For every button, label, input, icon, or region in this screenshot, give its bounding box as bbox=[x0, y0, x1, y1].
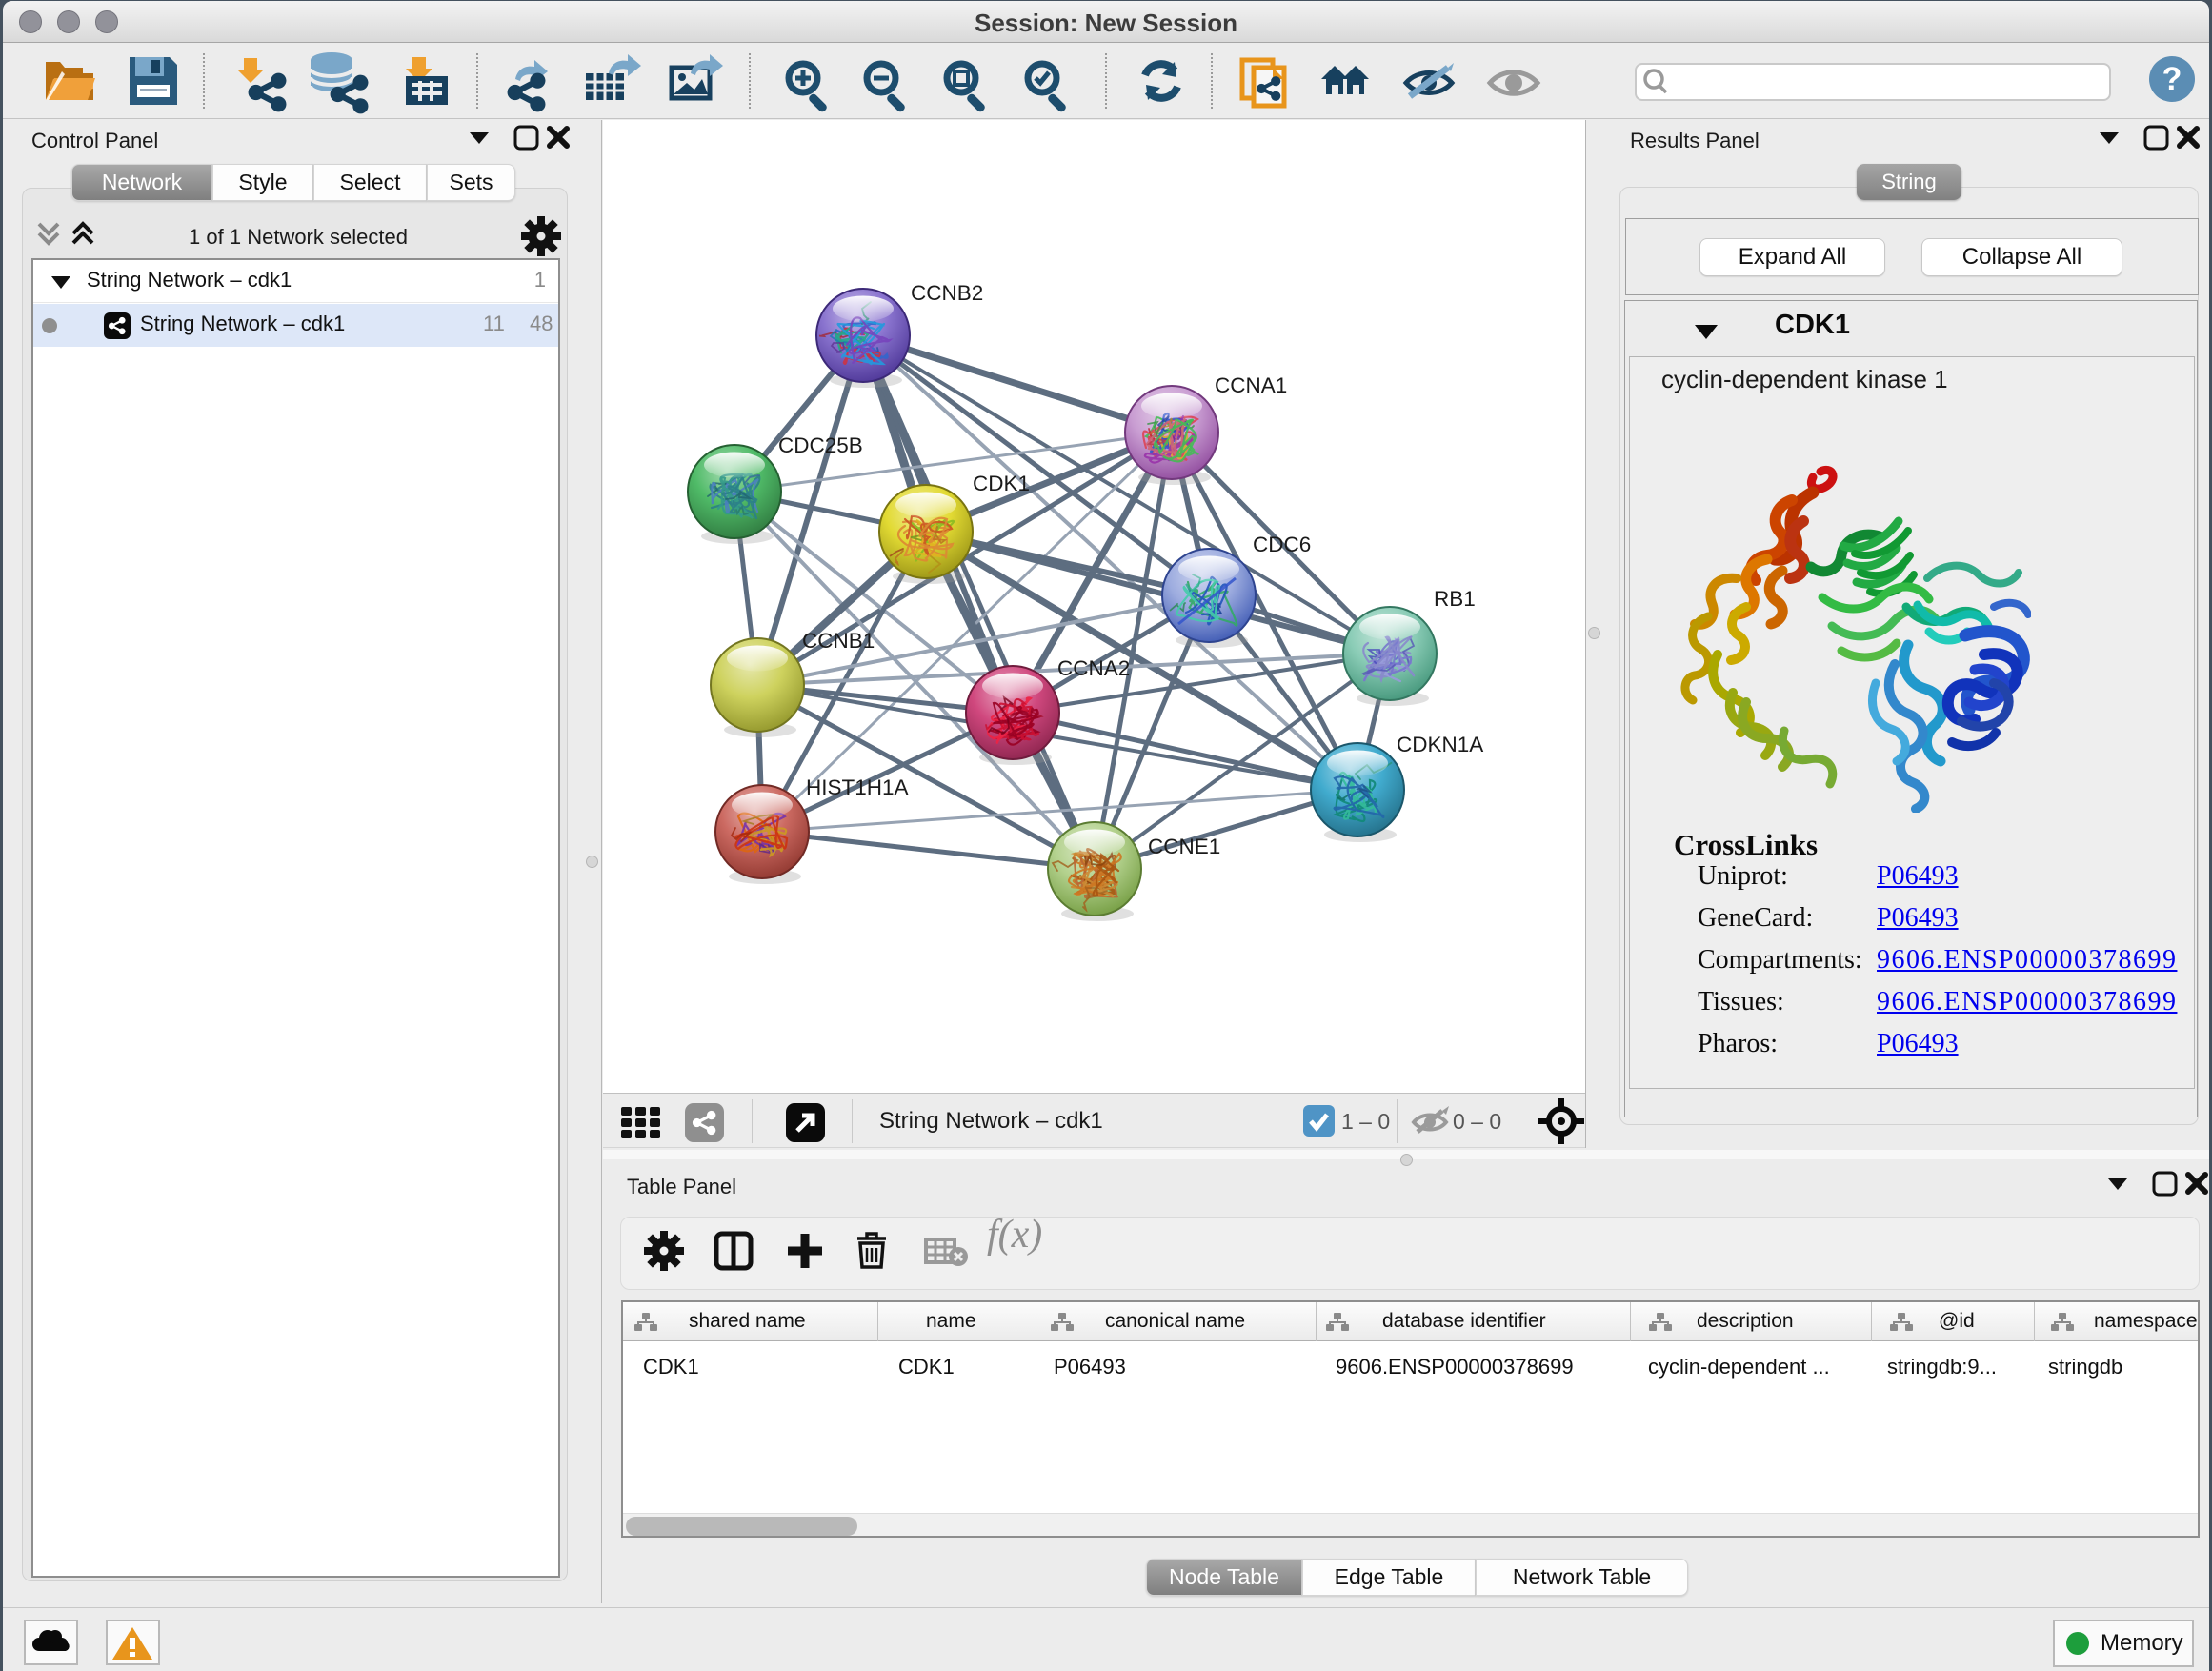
svg-text:?: ? bbox=[2162, 61, 2182, 97]
svg-text:CDK1: CDK1 bbox=[973, 472, 1030, 495]
svg-text:CCNB1: CCNB1 bbox=[802, 629, 875, 653]
svg-text:CCNE1: CCNE1 bbox=[1148, 835, 1220, 858]
svg-text:CDC6: CDC6 bbox=[1253, 533, 1311, 556]
svg-text:HIST1H1A: HIST1H1A bbox=[806, 775, 909, 799]
svg-text:CCNA2: CCNA2 bbox=[1057, 656, 1130, 680]
svg-text:CCNB2: CCNB2 bbox=[911, 281, 983, 305]
svg-text:CDC25B: CDC25B bbox=[778, 433, 863, 457]
svg-text:CCNA1: CCNA1 bbox=[1215, 373, 1287, 397]
svg-text:CDKN1A: CDKN1A bbox=[1397, 733, 1483, 756]
svg-text:RB1: RB1 bbox=[1434, 587, 1476, 611]
